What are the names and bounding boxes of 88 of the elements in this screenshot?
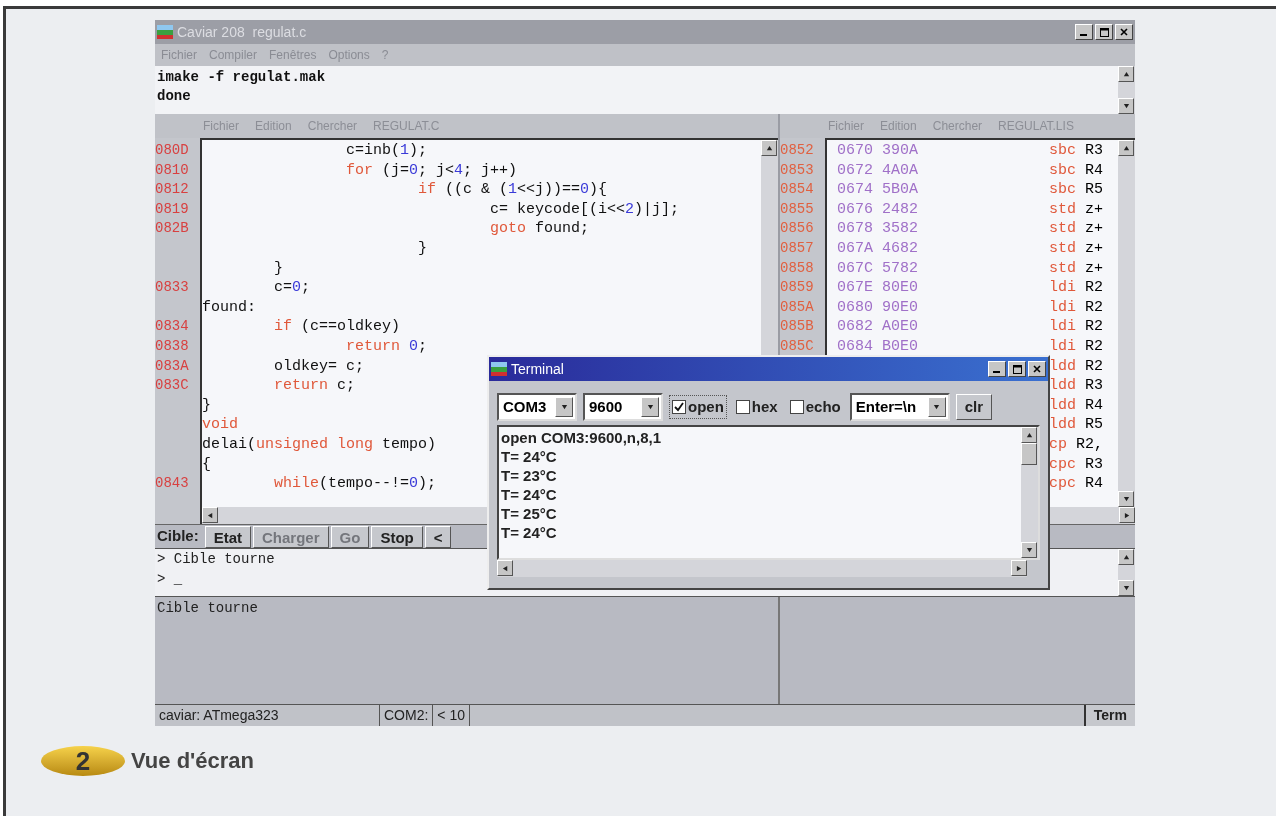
listing-hex: 0670 390A bbox=[837, 142, 918, 159]
code-line: delai(unsigned long tempo) bbox=[202, 434, 437, 455]
toolbar-label: Cible: bbox=[157, 526, 200, 547]
terminal-line: T= 24°C bbox=[501, 523, 557, 542]
message-line: Cible tourne bbox=[157, 599, 258, 617]
line-address: 0856 bbox=[780, 220, 814, 237]
line-address: 0854 bbox=[780, 181, 814, 198]
code-line: c= keycode[(i<<2)|j]; bbox=[489, 199, 680, 220]
code-line: found: bbox=[202, 297, 256, 318]
line-address: 0857 bbox=[780, 239, 814, 256]
code-line: if (c==oldkey) bbox=[273, 317, 401, 337]
instruction: sbc R5 bbox=[1049, 180, 1104, 200]
window-title: Caviar 208 regulat.c bbox=[177, 22, 307, 42]
instruction: ldd R4 bbox=[1049, 395, 1104, 416]
line-address: 083C bbox=[155, 377, 189, 394]
instruction: ldd R2 bbox=[1049, 356, 1104, 377]
console-line: > Cible tourne bbox=[157, 550, 275, 569]
build-output-line: imake -f regulat.mak bbox=[157, 68, 326, 87]
code-line: } bbox=[202, 395, 211, 416]
line-address: 0853 bbox=[780, 161, 814, 178]
listing-hex: 0684 B0E0 bbox=[837, 337, 918, 355]
line-address: 0843 bbox=[155, 475, 189, 492]
line-address: 0852 bbox=[780, 142, 814, 158]
line-address: 080D bbox=[155, 142, 189, 158]
figure-caption: Vue d'écran bbox=[131, 747, 255, 775]
code-line: void bbox=[202, 415, 238, 435]
line-address: 0858 bbox=[780, 259, 814, 276]
line-address: 0855 bbox=[780, 200, 814, 217]
listing-hex: 067C 5782 bbox=[837, 259, 918, 277]
instruction: cpc R3 bbox=[1049, 454, 1104, 475]
line-address: 085C bbox=[780, 337, 814, 354]
figure-number: 2 bbox=[41, 745, 125, 776]
instruction: ldd R3 bbox=[1049, 376, 1104, 396]
code-line: return c; bbox=[273, 376, 356, 396]
line-address: 0819 bbox=[155, 200, 189, 217]
status-field: caviar: ATmega323 bbox=[155, 705, 380, 726]
listing-hex: 067A 4682 bbox=[837, 239, 918, 257]
terminal-line: T= 24°C bbox=[501, 447, 557, 466]
instruction: ldi R2 bbox=[1049, 297, 1104, 318]
code-line: { bbox=[202, 454, 211, 475]
line-address: 082B bbox=[155, 220, 189, 237]
line-address: 0834 bbox=[155, 318, 189, 335]
status-field: COM2: bbox=[380, 705, 434, 726]
instruction: std z+ bbox=[1049, 199, 1104, 220]
line-address: 085A bbox=[780, 298, 814, 315]
instruction: ldd R5 bbox=[1049, 415, 1104, 435]
console-line: > _ bbox=[157, 570, 183, 589]
code-line: } bbox=[417, 238, 428, 259]
instruction: ldi R2 bbox=[1049, 336, 1104, 357]
terminal-line: T= 24°C bbox=[501, 485, 557, 504]
line-address: 0833 bbox=[155, 279, 189, 296]
listing-hex: 0680 90E0 bbox=[837, 298, 918, 316]
code-line: return 0; bbox=[345, 336, 428, 357]
code-line: while(tempo--!=0); bbox=[273, 474, 437, 494]
code-line: c=inb(1); bbox=[345, 141, 428, 161]
line-address: 0812 bbox=[155, 181, 189, 198]
listing-hex: 0674 5B0A bbox=[837, 181, 918, 199]
listing-hex: 0682 A0E0 bbox=[837, 318, 918, 336]
instruction: sbc R3 bbox=[1049, 141, 1104, 161]
instruction: cp R2, bbox=[1049, 434, 1104, 455]
instruction: std z+ bbox=[1049, 219, 1104, 239]
listing-hex: 0672 4A0A bbox=[837, 161, 918, 179]
line-address: 0838 bbox=[155, 337, 189, 354]
build-output-line: done bbox=[157, 87, 191, 106]
line-address: 085B bbox=[780, 318, 814, 335]
terminal-title: Terminal bbox=[511, 359, 564, 379]
instruction: ldi R2 bbox=[1049, 278, 1104, 298]
line-address: 0859 bbox=[780, 279, 814, 296]
instruction: std z+ bbox=[1049, 238, 1104, 259]
terminal-line: T= 23°C bbox=[501, 466, 557, 485]
instruction: sbc R4 bbox=[1049, 160, 1104, 181]
instruction: std z+ bbox=[1049, 258, 1104, 279]
code-line: c=0; bbox=[273, 278, 311, 298]
instruction: cpc R4 bbox=[1049, 474, 1104, 494]
listing-hex: 067E 80E0 bbox=[837, 279, 918, 297]
listing-hex: 0678 3582 bbox=[837, 220, 918, 238]
code-line: goto found; bbox=[489, 219, 590, 239]
listing-hex: 0676 2482 bbox=[837, 200, 918, 218]
line-address: 083A bbox=[155, 357, 189, 374]
line-address: 0810 bbox=[155, 161, 189, 178]
code-line: if ((c & (1<<j))==0){ bbox=[417, 180, 608, 200]
status-field: < 10 bbox=[433, 705, 470, 726]
code-line: oldkey= c; bbox=[273, 356, 365, 377]
code-line: for (j=0; j<4; j++) bbox=[345, 160, 518, 181]
code-line: } bbox=[273, 258, 283, 279]
terminal-line: open COM3:9600,n,8,1 bbox=[501, 428, 662, 447]
instruction: ldi R2 bbox=[1049, 317, 1104, 337]
terminal-line: T= 25°C bbox=[501, 504, 557, 523]
